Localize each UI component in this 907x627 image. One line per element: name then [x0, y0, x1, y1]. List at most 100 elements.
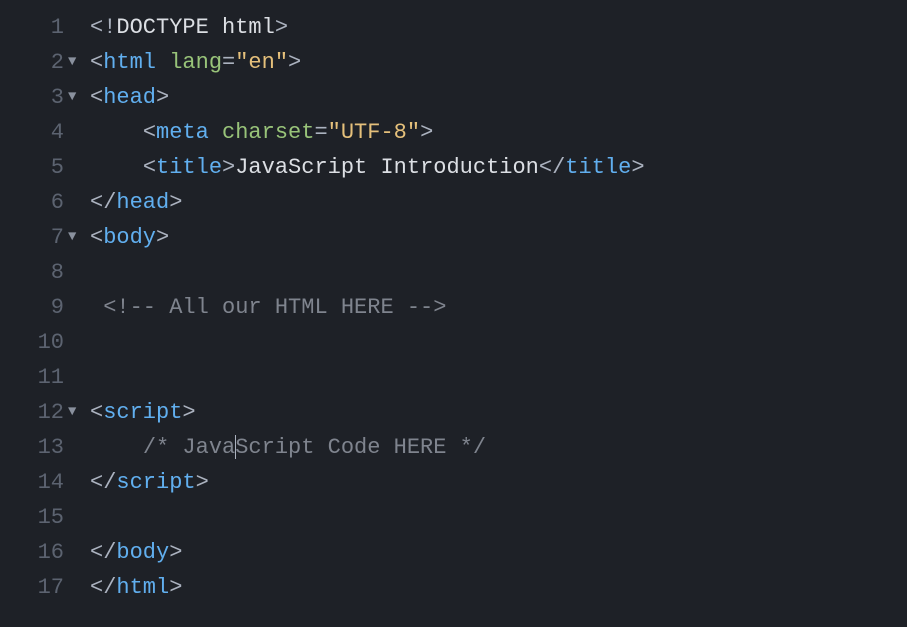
code-editor[interactable]: 12▼3▼4567▼89101112▼1314151617 <!DOCTYPE … [0, 0, 907, 627]
gutter-line: 11 [0, 360, 90, 395]
token-tag: script [103, 400, 182, 425]
token-bracket: > [275, 15, 288, 40]
code-line[interactable]: <!-- All our HTML HERE --> [90, 290, 907, 325]
token-bracket: < [90, 85, 103, 110]
gutter-line: 9 [0, 290, 90, 325]
gutter-line: 17 [0, 570, 90, 605]
gutter-line: 14 [0, 465, 90, 500]
token-bracket: > [420, 120, 433, 145]
fold-marker-icon[interactable]: ▼ [68, 220, 82, 255]
token-tag: script [116, 470, 195, 495]
line-number: 1 [34, 10, 64, 45]
token-default [209, 120, 222, 145]
token-bracket: = [222, 50, 235, 75]
token-tag: body [116, 540, 169, 565]
gutter-line: 13 [0, 430, 90, 465]
code-line[interactable]: <script> [90, 395, 907, 430]
indent [90, 290, 103, 325]
token-comment: <!-- All our HTML HERE --> [103, 295, 446, 320]
gutter: 12▼3▼4567▼89101112▼1314151617 [0, 0, 90, 627]
line-number: 13 [34, 430, 64, 465]
line-number: 16 [34, 535, 64, 570]
code-line[interactable] [90, 325, 907, 360]
token-doctype-kw: DOCTYPE [116, 15, 208, 40]
gutter-line: 8 [0, 255, 90, 290]
fold-marker-icon[interactable]: ▼ [68, 395, 82, 430]
line-number: 6 [34, 185, 64, 220]
line-number: 15 [34, 500, 64, 535]
line-number: 17 [34, 570, 64, 605]
gutter-line: 2▼ [0, 45, 90, 80]
token-bracket: > [169, 190, 182, 215]
gutter-line: 6 [0, 185, 90, 220]
line-number: 10 [34, 325, 64, 360]
gutter-line: 3▼ [0, 80, 90, 115]
token-bracket: = [314, 120, 327, 145]
token-tag: meta [156, 120, 209, 145]
token-bracket: > [222, 155, 235, 180]
code-line[interactable]: <html lang="en"> [90, 45, 907, 80]
token-bracket: </ [90, 575, 116, 600]
gutter-line: 10 [0, 325, 90, 360]
code-line[interactable]: <title>JavaScript Introduction</title> [90, 150, 907, 185]
token-attr-value: "UTF-8" [328, 120, 420, 145]
indent [90, 150, 143, 185]
gutter-line: 4 [0, 115, 90, 150]
token-bracket: < [90, 400, 103, 425]
token-bracket: < [90, 50, 103, 75]
token-bracket: < [143, 155, 156, 180]
gutter-line: 12▼ [0, 395, 90, 430]
line-number: 4 [34, 115, 64, 150]
token-bracket: < [143, 120, 156, 145]
token-bracket: </ [539, 155, 565, 180]
token-attr-value: "en" [235, 50, 288, 75]
code-line[interactable]: <body> [90, 220, 907, 255]
line-number: 3 [34, 80, 64, 115]
token-default [156, 50, 169, 75]
token-bracket: > [156, 225, 169, 250]
token-tag: head [116, 190, 169, 215]
token-tag: body [103, 225, 156, 250]
token-bracket: > [196, 470, 209, 495]
token-tag: html [116, 575, 169, 600]
line-number: 7 [34, 220, 64, 255]
line-number: 11 [34, 360, 64, 395]
code-line[interactable]: <meta charset="UTF-8"> [90, 115, 907, 150]
gutter-line: 7▼ [0, 220, 90, 255]
indent [90, 115, 143, 150]
token-bracket: > [156, 85, 169, 110]
token-tag: head [103, 85, 156, 110]
token-bracket: < [90, 225, 103, 250]
gutter-line: 5 [0, 150, 90, 185]
code-line[interactable]: /* JavaScript Code HERE */ [90, 430, 907, 465]
indent [90, 430, 143, 465]
code-line[interactable] [90, 500, 907, 535]
code-line[interactable] [90, 255, 907, 290]
token-bracket: <! [90, 15, 116, 40]
line-number: 9 [34, 290, 64, 325]
code-line[interactable]: <head> [90, 80, 907, 115]
line-number: 2 [34, 45, 64, 80]
line-number: 14 [34, 465, 64, 500]
token-attr-name: charset [222, 120, 314, 145]
fold-marker-icon[interactable]: ▼ [68, 80, 82, 115]
code-line[interactable]: <!DOCTYPE html> [90, 10, 907, 45]
token-bracket: > [631, 155, 644, 180]
code-line[interactable]: </body> [90, 535, 907, 570]
token-tag: title [565, 155, 631, 180]
token-bracket: </ [90, 190, 116, 215]
gutter-line: 15 [0, 500, 90, 535]
line-number: 8 [34, 255, 64, 290]
code-line[interactable]: </head> [90, 185, 907, 220]
line-number: 5 [34, 150, 64, 185]
token-tag: html [103, 50, 156, 75]
code-line[interactable]: </html> [90, 570, 907, 605]
code-area[interactable]: <!DOCTYPE html><html lang="en"><head> <m… [90, 0, 907, 627]
fold-marker-icon[interactable]: ▼ [68, 45, 82, 80]
token-tag: title [156, 155, 222, 180]
token-bracket: </ [90, 540, 116, 565]
token-bracket: > [182, 400, 195, 425]
code-line[interactable]: </script> [90, 465, 907, 500]
token-bracket: </ [90, 470, 116, 495]
code-line[interactable] [90, 360, 907, 395]
